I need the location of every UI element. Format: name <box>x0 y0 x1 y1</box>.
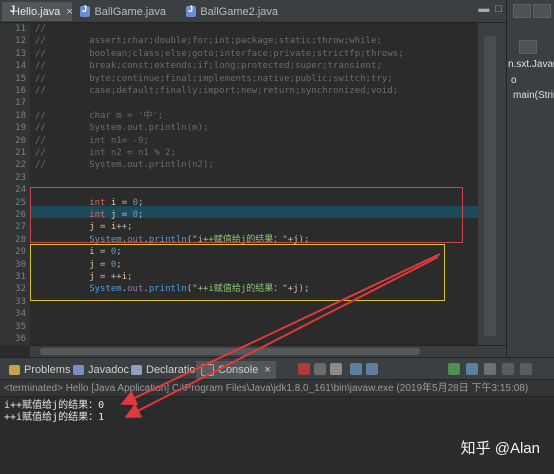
annotation-arrows <box>120 253 441 418</box>
arrow-to-output-1 <box>120 253 441 406</box>
watermark: 知乎 @Alan <box>460 440 540 457</box>
arrow-to-output-2 <box>124 256 439 418</box>
